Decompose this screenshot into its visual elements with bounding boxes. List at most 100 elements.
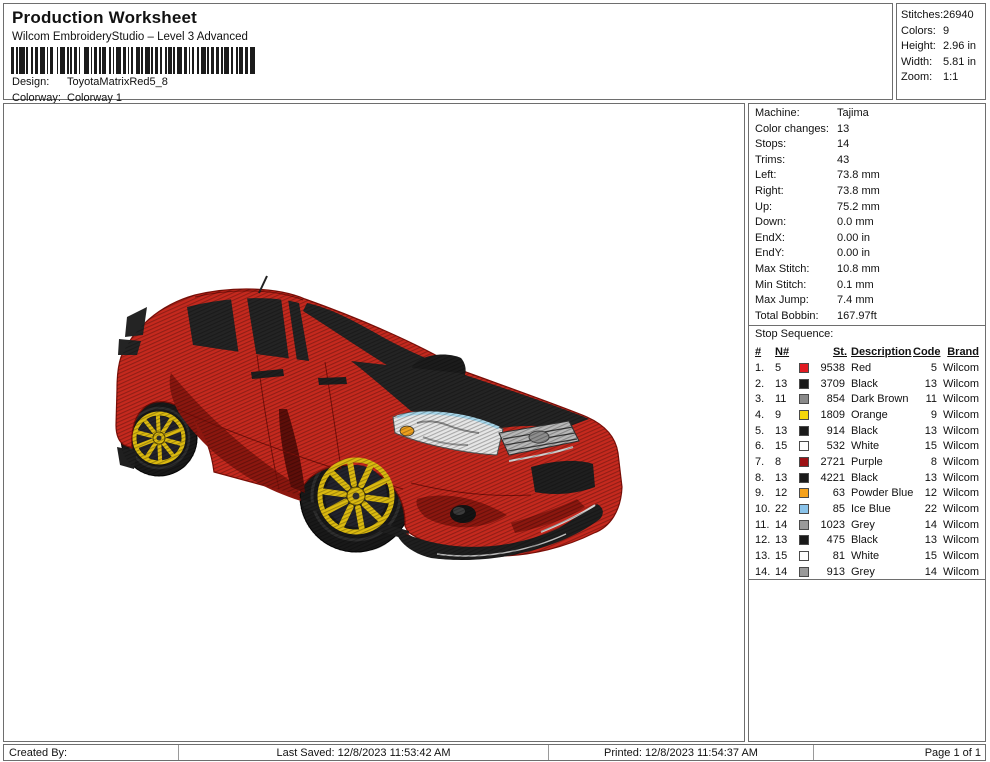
machine-value: 13 <box>837 123 849 135</box>
stop-stitch-count: 4221 <box>815 472 849 484</box>
stat-value: 26940 <box>943 9 974 21</box>
stop-needle-number: 15 <box>775 550 799 562</box>
stop-stitch-count: 913 <box>815 566 849 578</box>
stop-swatch-cell <box>799 567 815 577</box>
thread-color-swatch <box>799 535 809 545</box>
barcode <box>11 47 259 74</box>
machine-value: 0.00 in <box>837 247 870 259</box>
stop-thread-code: 13 <box>913 378 941 390</box>
machine-row: Down:0.0 mm <box>755 216 985 232</box>
stat-value: 9 <box>943 25 949 37</box>
machine-label: Max Stitch: <box>755 263 837 275</box>
stop-thread-brand: Wilcom <box>941 487 981 499</box>
machine-row: Total Bobbin:167.97ft <box>755 310 985 326</box>
thread-color-swatch <box>799 426 809 436</box>
stop-row: 1. 5 9538 Red 5 Wilcom <box>755 360 981 376</box>
machine-row: Left:73.8 mm <box>755 169 985 185</box>
stop-needle-number: 14 <box>775 519 799 531</box>
stop-needle-number: 8 <box>775 456 799 468</box>
stop-row-number: 3. <box>755 393 775 405</box>
machine-value: 10.8 mm <box>837 263 880 275</box>
stop-row: 7. 8 2721 Purple 8 Wilcom <box>755 454 981 470</box>
header-info-panel: Production Worksheet Wilcom EmbroiderySt… <box>3 3 893 100</box>
last-saved: Last Saved: 12/8/2023 11:53:42 AM <box>179 745 549 760</box>
stop-row: 3. 11 854 Dark Brown 11 Wilcom <box>755 391 981 407</box>
machine-label: Trims: <box>755 154 837 166</box>
stat-row: Zoom:1:1 <box>901 71 985 87</box>
machine-row: Color changes:13 <box>755 123 985 139</box>
stop-needle-number: 14 <box>775 566 799 578</box>
stop-thread-code: 12 <box>913 487 941 499</box>
machine-row: Machine:Tajima <box>755 107 985 123</box>
stop-row-number: 11. <box>755 519 775 531</box>
stop-color-description: Purple <box>849 456 913 468</box>
stop-stitch-count: 9538 <box>815 362 849 374</box>
stop-row-number: 4. <box>755 409 775 421</box>
thread-color-swatch <box>799 441 809 451</box>
stop-row: 12. 13 475 Black 13 Wilcom <box>755 533 981 549</box>
stop-needle-number: 22 <box>775 503 799 515</box>
thread-color-swatch <box>799 410 809 420</box>
col-brand: Brand <box>941 346 981 358</box>
stop-thread-brand: Wilcom <box>941 472 981 484</box>
stop-thread-code: 9 <box>913 409 941 421</box>
stop-swatch-cell <box>799 551 815 561</box>
stat-row: Width:5.81 in <box>901 56 985 72</box>
stop-row-number: 13. <box>755 550 775 562</box>
stop-color-description: Black <box>849 534 913 546</box>
thread-color-swatch <box>799 363 809 373</box>
stop-color-description: Black <box>849 472 913 484</box>
machine-label: Machine: <box>755 107 837 119</box>
stop-thread-brand: Wilcom <box>941 378 981 390</box>
thread-color-swatch <box>799 473 809 483</box>
stop-row: 2. 13 3709 Black 13 Wilcom <box>755 376 981 392</box>
machine-row: Up:75.2 mm <box>755 201 985 217</box>
machine-value: 73.8 mm <box>837 185 880 197</box>
stat-row: Height:2.96 in <box>901 40 985 56</box>
stop-row: 9. 12 63 Powder Blue 12 Wilcom <box>755 486 981 502</box>
machine-label: Total Bobbin: <box>755 310 837 322</box>
thread-color-swatch <box>799 394 809 404</box>
machine-value: 73.8 mm <box>837 169 880 181</box>
stat-value: 1:1 <box>943 71 958 83</box>
stop-row-number: 8. <box>755 472 775 484</box>
stat-label: Width: <box>901 56 943 68</box>
stop-row-number: 7. <box>755 456 775 468</box>
stop-row-number: 2. <box>755 378 775 390</box>
machine-value: 0.0 mm <box>837 216 874 228</box>
stop-thread-code: 11 <box>913 393 941 405</box>
machine-row: EndX:0.00 in <box>755 232 985 248</box>
machine-value: 75.2 mm <box>837 201 880 213</box>
thread-color-swatch <box>799 457 809 467</box>
stop-needle-number: 12 <box>775 487 799 499</box>
barcode-bar <box>250 47 255 74</box>
stop-thread-brand: Wilcom <box>941 456 981 468</box>
stop-needle-number: 13 <box>775 534 799 546</box>
stop-swatch-cell <box>799 441 815 451</box>
stop-thread-code: 8 <box>913 456 941 468</box>
stop-color-description: Dark Brown <box>849 393 913 405</box>
stop-thread-code: 13 <box>913 425 941 437</box>
stop-color-description: Grey <box>849 519 913 531</box>
stop-needle-number: 15 <box>775 440 799 452</box>
stop-swatch-cell <box>799 504 815 514</box>
stop-color-description: Black <box>849 378 913 390</box>
stop-row-number: 10. <box>755 503 775 515</box>
stop-thread-brand: Wilcom <box>941 425 981 437</box>
machine-settings: Machine:Tajima Color changes:13 Stops:14… <box>749 104 985 326</box>
stop-thread-code: 5 <box>913 362 941 374</box>
stop-color-description: White <box>849 440 913 452</box>
stop-color-description: Ice Blue <box>849 503 913 515</box>
stop-row: 4. 9 1809 Orange 9 Wilcom <box>755 407 981 423</box>
software-subtitle: Wilcom EmbroideryStudio – Level 3 Advanc… <box>12 31 248 43</box>
design-label: Design: <box>12 76 67 88</box>
stop-row: 13. 15 81 White 15 Wilcom <box>755 548 981 564</box>
stop-stitch-count: 63 <box>815 487 849 499</box>
stop-needle-number: 13 <box>775 378 799 390</box>
stop-thread-brand: Wilcom <box>941 566 981 578</box>
machine-label: Max Jump: <box>755 294 837 306</box>
stop-needle-number: 13 <box>775 472 799 484</box>
machine-label: Min Stitch: <box>755 279 837 291</box>
stop-needle-number: 13 <box>775 425 799 437</box>
design-stats-panel: Stitches:26940 Colors:9 Height:2.96 in W… <box>896 3 986 100</box>
